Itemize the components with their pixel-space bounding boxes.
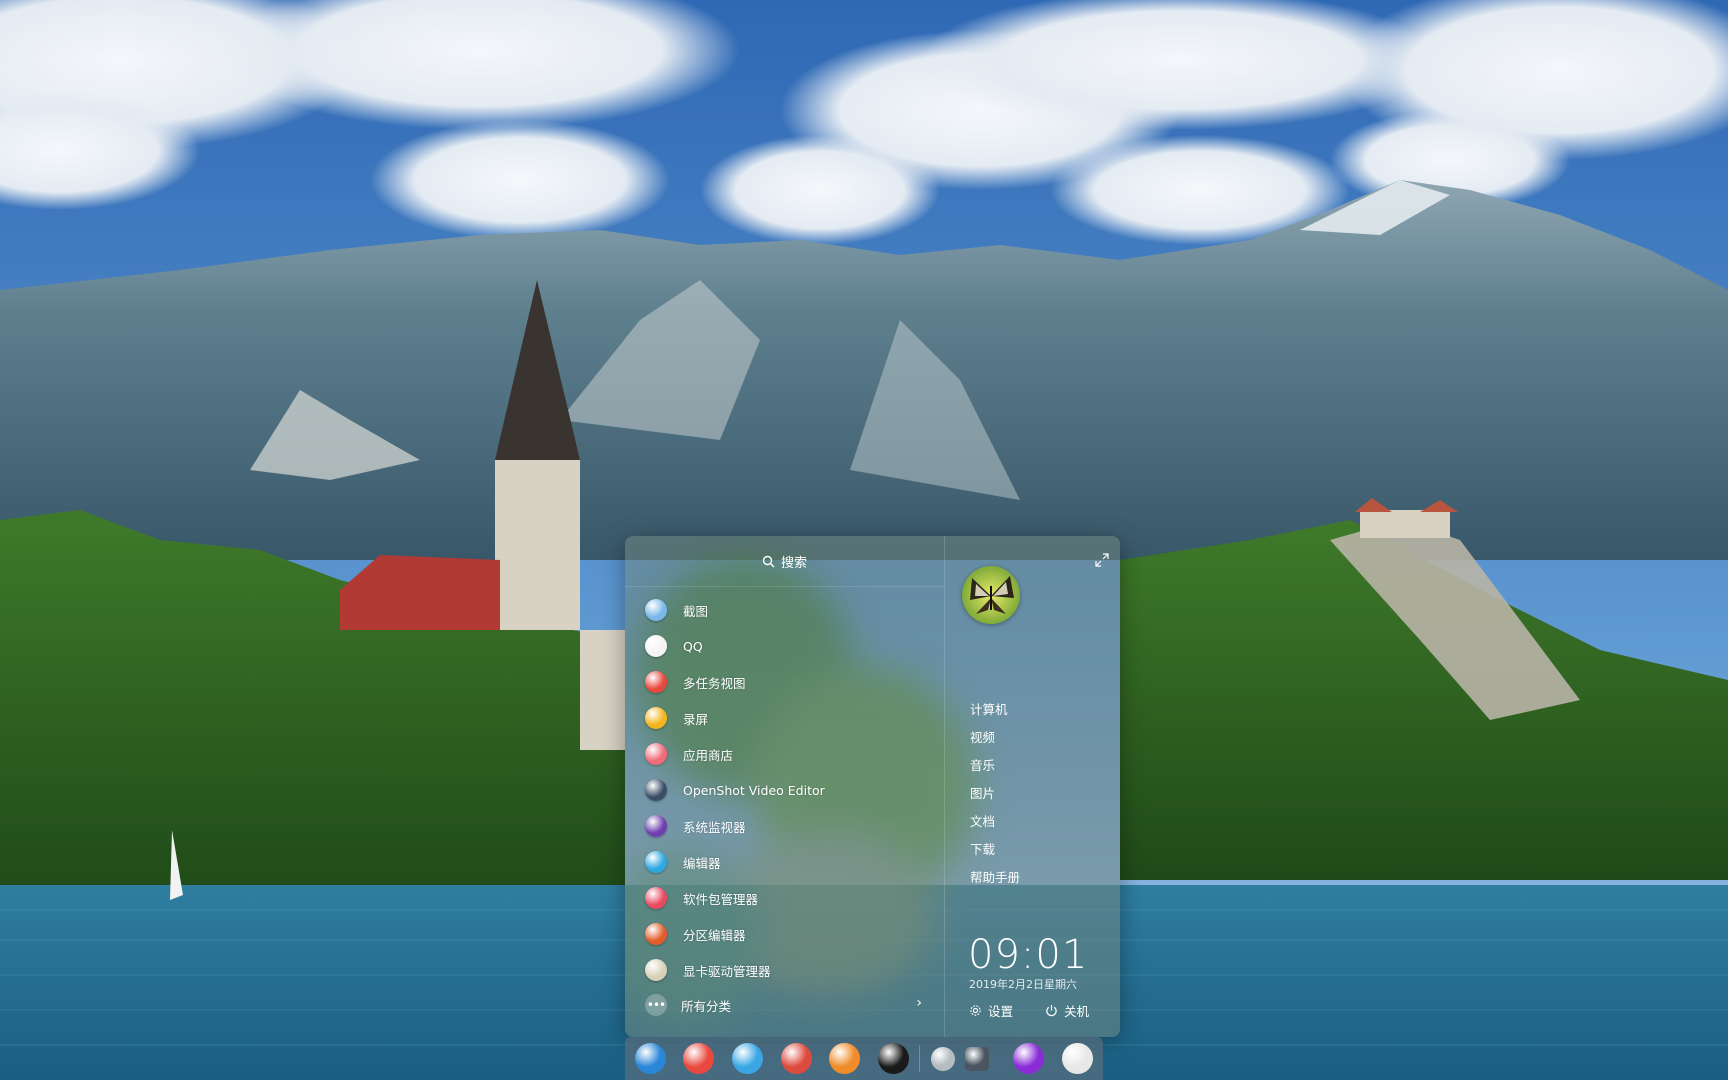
app-item[interactable]: 分区编辑器 <box>625 916 944 952</box>
package-manager-icon <box>645 887 667 909</box>
all-categories-label: 所有分类 <box>681 998 732 1014</box>
file-manager-icon[interactable] <box>732 1043 763 1074</box>
more-dots-icon: ••• <box>645 994 667 1016</box>
clock-time: 09:01 <box>968 932 1089 978</box>
app-item[interactable]: 编辑器 <box>625 844 944 880</box>
user-avatar[interactable] <box>962 566 1020 624</box>
screen-recorder-icon <box>645 707 667 729</box>
system-monitor-icon <box>645 815 667 837</box>
app-item[interactable]: 系统监视器 <box>625 808 944 844</box>
app-item[interactable]: 显卡驱动管理器 <box>625 952 944 988</box>
multitask-view-icon[interactable] <box>683 1043 714 1074</box>
settings-app-icon[interactable] <box>829 1043 860 1074</box>
app-label: 软件包管理器 <box>683 891 759 907</box>
place-item[interactable]: 帮助手册 <box>970 864 1020 892</box>
app-item[interactable]: 截图 <box>625 592 944 628</box>
app-label: 应用商店 <box>683 747 734 763</box>
dock-taskbar <box>625 1037 1103 1080</box>
launcher-left-panel: 搜索 截图 QQ 多任务视图录屏应用商店 OpenShot Video Editor 系… <box>625 536 944 1037</box>
search-placeholder: 搜索 <box>780 555 807 571</box>
shutdown-button[interactable]: 关机 <box>1045 1001 1089 1020</box>
settings-button[interactable]: 设置 <box>969 1001 1013 1020</box>
app-item[interactable]: 应用商店 <box>625 736 944 772</box>
tray-expand-icon[interactable] <box>931 1047 955 1071</box>
launcher-icon[interactable] <box>635 1043 666 1074</box>
app-item[interactable]: 软件包管理器 <box>625 880 944 916</box>
app-label: QQ <box>683 638 703 654</box>
all-categories-button[interactable]: ••• 所有分类 › <box>625 987 944 1023</box>
gear-icon <box>970 1005 981 1016</box>
fullscreen-expand-icon[interactable] <box>1094 552 1110 568</box>
multitask-view-icon <box>645 671 667 693</box>
place-item[interactable]: 音乐 <box>970 752 1020 780</box>
launcher-right-panel: 计算机 视频 音乐 图片 文档 下载 帮助手册 09:01 2019年2月2日星期六 设置 … <box>945 536 1120 1037</box>
app-label: 编辑器 <box>683 855 721 871</box>
app-label: OpenShot Video Editor <box>683 782 825 798</box>
trash-icon[interactable] <box>1062 1043 1093 1074</box>
app-label: 录屏 <box>683 711 709 727</box>
text-editor-icon <box>645 851 667 873</box>
screenshot-icon <box>645 599 667 621</box>
chrome-icon[interactable] <box>781 1043 812 1074</box>
openshot-icon <box>645 779 667 801</box>
power-icon[interactable] <box>1013 1043 1044 1074</box>
place-item[interactable]: 图片 <box>970 780 1020 808</box>
place-item[interactable]: 下载 <box>970 836 1020 864</box>
partition-editor-icon <box>645 923 667 945</box>
search-icon <box>762 555 775 567</box>
app-list: 截图 QQ 多任务视图录屏应用商店 OpenShot Video Editor 系统监视… <box>625 592 944 988</box>
app-label: 截图 <box>683 603 709 619</box>
app-item[interactable]: 录屏 <box>625 700 944 736</box>
qq-penguin-icon[interactable] <box>878 1043 909 1074</box>
gpu-driver-icon <box>645 959 667 981</box>
app-item[interactable]: OpenShot Video Editor <box>625 772 944 808</box>
app-label: 显卡驱动管理器 <box>683 963 771 979</box>
app-store-icon <box>645 743 667 765</box>
app-label: 多任务视图 <box>683 675 746 691</box>
places-list: 计算机 视频 音乐 图片 文档 下载 帮助手册 <box>970 696 1020 892</box>
search-box[interactable]: 搜索 <box>625 536 944 587</box>
power-icon <box>1046 1004 1057 1017</box>
chevron-right-icon: › <box>916 995 922 1011</box>
place-item[interactable]: 计算机 <box>970 696 1020 724</box>
keyboard-icon[interactable] <box>965 1047 989 1071</box>
qq-penguin-icon <box>645 635 667 657</box>
dock-separator <box>919 1045 920 1072</box>
app-item[interactable]: QQ <box>625 628 944 664</box>
app-label: 系统监视器 <box>683 819 746 835</box>
settings-label: 设置 <box>988 1004 1014 1019</box>
start-menu-launcher: 搜索 截图 QQ 多任务视图录屏应用商店 OpenShot Video Editor 系… <box>625 536 1120 1037</box>
butterfly-avatar-icon <box>962 566 1020 624</box>
app-label: 分区编辑器 <box>683 927 746 943</box>
place-item[interactable]: 视频 <box>970 724 1020 752</box>
clock-date: 2019年2月2日星期六 <box>969 978 1077 991</box>
shutdown-label: 关机 <box>1064 1004 1090 1019</box>
app-item[interactable]: 多任务视图 <box>625 664 944 700</box>
place-item[interactable]: 文档 <box>970 808 1020 836</box>
